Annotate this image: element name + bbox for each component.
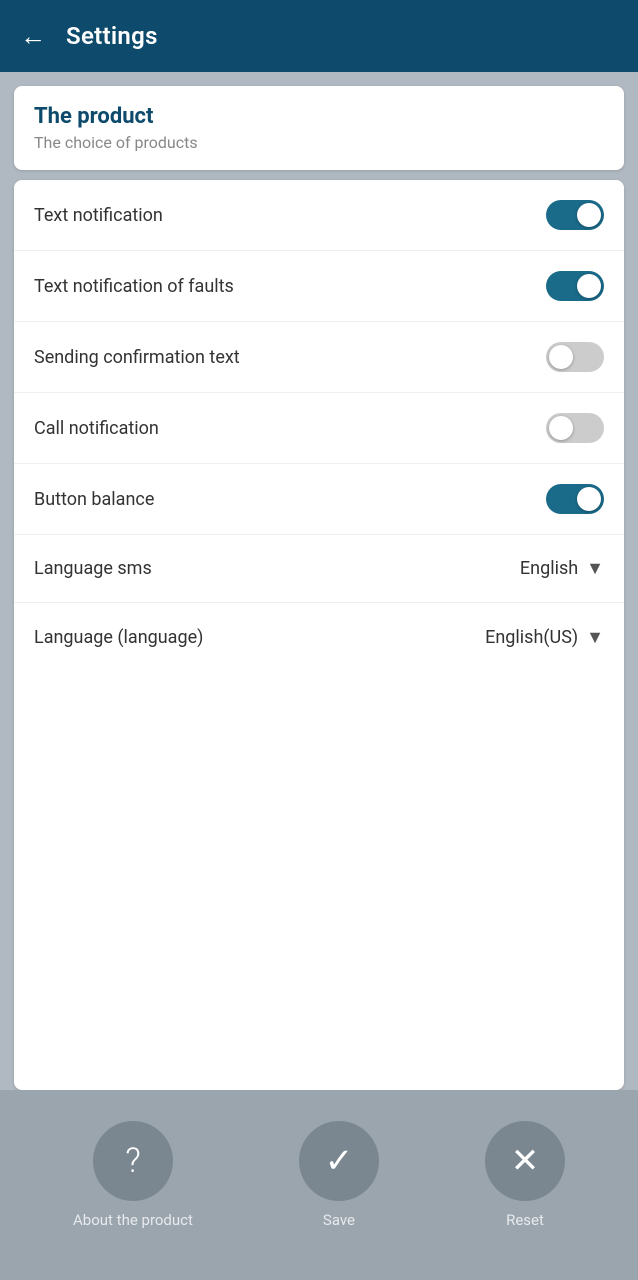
toggle-thumb-call-notification [549,416,573,440]
dropdown-value-language-sms: English [520,558,578,579]
toggle-text-notification[interactable] [546,200,604,230]
product-card: The product The choice of products [14,86,624,170]
bottom-btn-label-reset: Reset [506,1211,544,1229]
setting-row-text-notification: Text notification [14,180,624,251]
setting-label-text-notification-faults: Text notification of faults [34,276,234,297]
product-title: The product [34,104,604,129]
bottom-btn-label-save: Save [323,1211,355,1229]
setting-row-language-language: Language (language) English(US) ▼ [14,603,624,671]
setting-label-language-sms: Language sms [34,558,152,579]
dropdown-value-language-language: English(US) [485,627,578,648]
settings-card: Text notification Text notification of fa… [14,180,624,1090]
toggle-thumb-text-notification [577,203,601,227]
page-title: Settings [66,22,158,50]
toggle-thumb-button-balance [577,487,601,511]
setting-row-sending-confirmation-text: Sending confirmation text [14,322,624,393]
setting-label-button-balance: Button balance [34,489,154,510]
setting-row-text-notification-faults: Text notification of faults [14,251,624,322]
dropdown-language-language[interactable]: English(US) ▼ [485,627,604,648]
dropdown-language-sms[interactable]: English ▼ [520,558,604,579]
toggle-text-notification-faults[interactable] [546,271,604,301]
toggle-thumb-sending-confirmation-text [549,345,573,369]
bottom-btn-label-about: About the product [73,1211,193,1229]
setting-row-language-sms: Language sms English ▼ [14,535,624,603]
setting-label-language-language: Language (language) [34,627,203,648]
bottom-btn-save[interactable]: ✓ Save [299,1121,379,1229]
content-area: The product The choice of products Text … [0,72,638,1090]
toggle-thumb-text-notification-faults [577,274,601,298]
setting-label-sending-confirmation-text: Sending confirmation text [34,347,240,368]
dropdown-arrow-icon-language-sms: ▼ [586,558,604,579]
back-button[interactable]: ← [20,21,46,52]
product-subtitle: The choice of products [34,133,604,152]
bottom-btn-icon-save: ✓ [299,1121,379,1201]
setting-label-text-notification: Text notification [34,205,163,226]
bottom-btn-about[interactable]: ? About the product [73,1121,193,1229]
header: ← Settings [0,0,638,72]
toggle-sending-confirmation-text[interactable] [546,342,604,372]
toggle-call-notification[interactable] [546,413,604,443]
setting-row-call-notification: Call notification [14,393,624,464]
setting-row-button-balance: Button balance [14,464,624,535]
toggle-button-balance[interactable] [546,484,604,514]
setting-label-call-notification: Call notification [34,418,159,439]
bottom-bar: ? About the product ✓ Save ✕ Reset [0,1090,638,1280]
bottom-btn-icon-reset: ✕ [485,1121,565,1201]
dropdown-arrow-icon-language-language: ▼ [586,627,604,648]
bottom-btn-icon-about: ? [93,1121,173,1201]
bottom-btn-reset[interactable]: ✕ Reset [485,1121,565,1229]
